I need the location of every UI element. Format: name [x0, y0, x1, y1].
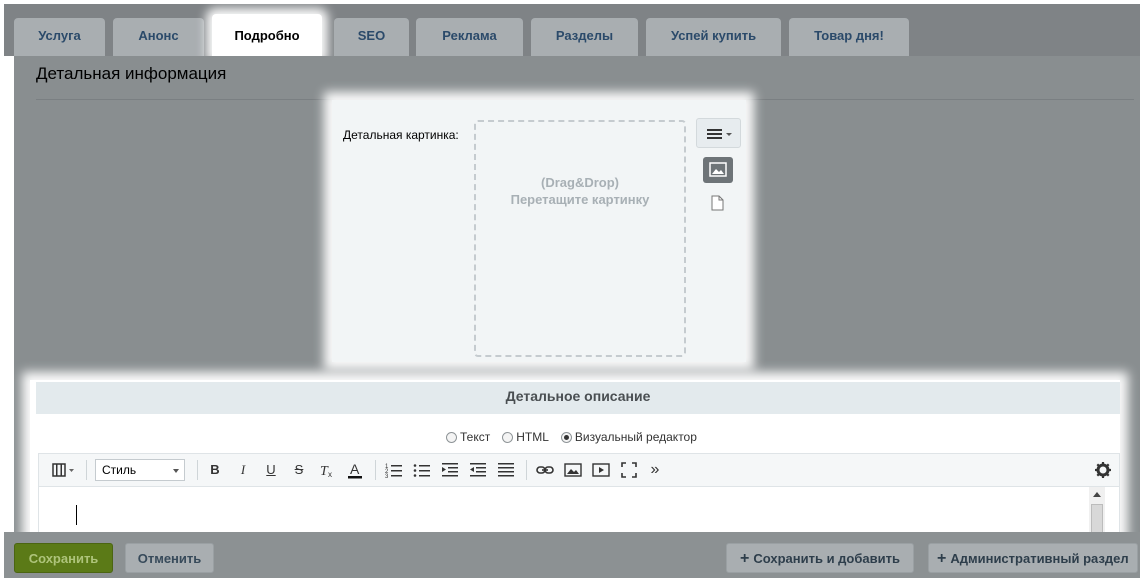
tab-service[interactable]: Услуга: [14, 18, 105, 56]
image-icon: [564, 463, 582, 477]
dropzone-hint-dragdrop: (Drag&Drop): [541, 175, 619, 190]
description-header: Детальное описание: [36, 382, 1120, 414]
detail-picture-block: Детальная картинка: (Drag&Drop) Перетащи…: [332, 100, 746, 362]
insert-video-button[interactable]: [591, 460, 611, 480]
svg-text:x: x: [328, 470, 332, 479]
more-button[interactable]: »: [645, 460, 665, 480]
link-icon: [536, 466, 554, 474]
detail-picture-label: Детальная картинка:: [343, 128, 459, 142]
indent-icon: [442, 463, 458, 477]
underline-button[interactable]: U: [262, 460, 280, 480]
fullscreen-icon: [621, 462, 637, 478]
mode-visual[interactable]: Визуальный редактор: [560, 430, 697, 444]
form-footer: Сохранить Отменить + Сохранить и добавить…: [4, 532, 1140, 578]
hamburger-menu-icon: [707, 129, 732, 139]
editor-mode-switch: Текст HTML Визуальный редактор: [446, 430, 697, 444]
admin-window: Услуга Анонс Подробно SEO Реклама Раздел…: [0, 0, 1144, 582]
bold-button[interactable]: B: [206, 460, 224, 480]
picture-menu-button[interactable]: [696, 118, 741, 148]
tab-announce[interactable]: Анонс: [113, 18, 204, 56]
gear-icon: [1095, 462, 1111, 478]
mode-text-label: Текст: [460, 430, 491, 444]
tab-strip: Услуга Анонс Подробно SEO Реклама Раздел…: [4, 4, 1140, 56]
chevron-down-icon: [173, 469, 179, 473]
toolbar-separator: [197, 460, 198, 480]
mode-text-radio[interactable]: [446, 431, 457, 443]
mode-html-label: HTML: [516, 430, 549, 444]
snippets-icon: [52, 463, 74, 477]
toolbar-separator: [375, 460, 376, 480]
fullscreen-button[interactable]: [619, 460, 639, 480]
mode-html[interactable]: HTML: [502, 430, 549, 444]
file-icon: [711, 195, 724, 211]
svg-text:3: 3: [385, 474, 389, 480]
remove-format-icon: T x: [320, 464, 332, 479]
picture-dropzone[interactable]: (Drag&Drop) Перетащите картинку: [474, 120, 686, 357]
snippets-button[interactable]: [49, 460, 77, 480]
mode-visual-label: Визуальный редактор: [574, 430, 697, 444]
admin-section-label: Административный раздел: [950, 551, 1129, 566]
font-color-button[interactable]: A: [345, 460, 365, 480]
save-button[interactable]: Сохранить: [14, 543, 113, 573]
section-title: Детальная информация: [36, 64, 227, 83]
editor-toolbar: Стиль B I U S T x A 1 2 3 »: [38, 453, 1120, 487]
video-icon: [592, 463, 610, 477]
image-source-button[interactable]: [703, 157, 733, 183]
save-and-add-label: Сохранить и добавить: [753, 551, 900, 566]
link-button[interactable]: [535, 460, 555, 480]
style-select-value: Стиль: [102, 463, 137, 477]
tab-details[interactable]: Подробно: [212, 14, 322, 56]
mode-html-radio[interactable]: [502, 431, 514, 443]
mode-visual-radio[interactable]: [560, 431, 572, 443]
remove-format-button[interactable]: T x: [317, 460, 337, 480]
ordered-list-icon: 1 2 3: [385, 464, 402, 480]
tab-seo[interactable]: SEO: [334, 18, 409, 56]
justify-icon: [498, 463, 514, 477]
strikethrough-button[interactable]: S: [290, 460, 308, 480]
style-select[interactable]: Стиль: [95, 459, 185, 481]
tab-sections[interactable]: Разделы: [531, 18, 638, 56]
plus-icon: +: [740, 550, 750, 567]
ordered-list-button[interactable]: 1 2 3: [384, 460, 404, 480]
plus-icon: +: [937, 550, 947, 567]
font-color-icon: A: [348, 461, 362, 479]
tab-hurry-buy[interactable]: Успей купить: [646, 18, 781, 56]
insert-image-button[interactable]: [563, 460, 583, 480]
image-icon: [709, 162, 727, 177]
outdent-icon: [470, 463, 486, 477]
save-and-add-button[interactable]: + Сохранить и добавить: [726, 543, 914, 573]
toolbar-separator: [86, 460, 87, 480]
admin-section-button[interactable]: + Административный раздел: [928, 543, 1138, 573]
tab-product-of-day[interactable]: Товар дня!: [789, 18, 909, 56]
justify-button[interactable]: [496, 460, 516, 480]
dropzone-hint-text: Перетащите картинку: [510, 192, 650, 207]
toolbar-separator: [526, 460, 527, 480]
tab-advertising[interactable]: Реклама: [416, 18, 523, 56]
unordered-list-icon: [413, 464, 430, 477]
detail-description-block: Детальное описание Текст HTML Визуальный…: [30, 380, 1120, 540]
unordered-list-button[interactable]: [412, 460, 432, 480]
cancel-button[interactable]: Отменить: [125, 543, 214, 573]
settings-button[interactable]: [1093, 460, 1113, 480]
outdent-button[interactable]: [468, 460, 488, 480]
indent-button[interactable]: [440, 460, 460, 480]
text-cursor: [76, 505, 77, 525]
svg-text:A: A: [350, 461, 360, 477]
italic-button[interactable]: I: [234, 460, 252, 480]
mode-text[interactable]: Текст: [446, 430, 490, 444]
file-source-button[interactable]: [711, 195, 724, 211]
scroll-up-icon[interactable]: [1093, 492, 1101, 497]
